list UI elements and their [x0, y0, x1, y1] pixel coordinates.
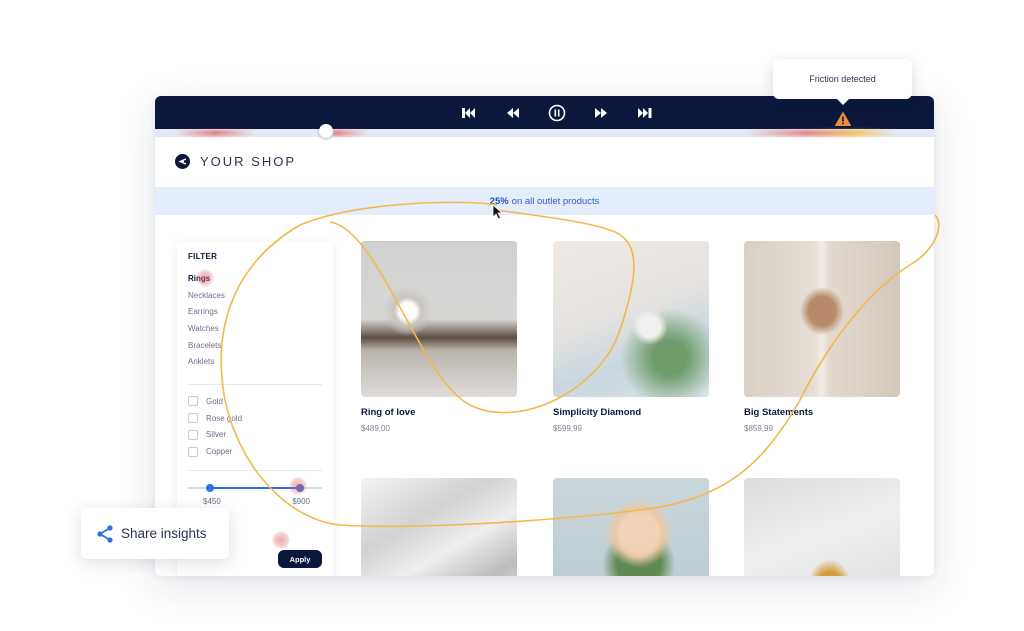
product-card[interactable]: Simplicity Diamond $599,99: [553, 241, 709, 433]
ring-on-fabric-photo: [361, 478, 517, 576]
timeline-scrubber[interactable]: [319, 124, 333, 138]
checkbox-label: Copper: [206, 447, 233, 457]
pause-circle-icon: [548, 104, 566, 122]
click-marker: [289, 477, 307, 495]
fast-forward-button[interactable]: [579, 102, 623, 124]
bouquet-photo: [553, 478, 709, 576]
filter-category-earrings[interactable]: Earrings: [188, 307, 322, 324]
product-name: Big Statements: [744, 407, 814, 418]
product-price: $859,99: [744, 424, 773, 433]
checkbox[interactable]: [188, 396, 198, 407]
rewind-icon: [507, 108, 519, 118]
product-price: $599,99: [553, 424, 582, 433]
product-card[interactable]: Big Statements $859,99: [744, 241, 900, 433]
share-insights-button[interactable]: Share insights: [81, 508, 229, 559]
filter-divider: [188, 384, 322, 386]
hands-with-rings-photo: [744, 241, 900, 397]
promo-banner[interactable]: 25% on all outlet products: [155, 187, 934, 215]
rings-on-book-photo: [744, 478, 900, 576]
checkbox-label: Rose gold: [206, 413, 243, 423]
friction-tooltip: Friction detected: [773, 59, 912, 105]
skip-to-start-button[interactable]: [447, 102, 491, 124]
checkbox[interactable]: [188, 446, 198, 457]
filter-divider: [188, 469, 322, 471]
filter-category-necklaces[interactable]: Necklaces: [188, 291, 322, 308]
heat-segment: [745, 130, 895, 136]
replay-window: YOUR SHOP 25% on all outlet products FIL…: [155, 96, 934, 576]
material-copper[interactable]: Copper: [188, 443, 322, 460]
promo-text: on all outlet products: [511, 195, 600, 207]
product-name: Simplicity Diamond: [553, 407, 642, 418]
checkbox[interactable]: [188, 429, 198, 440]
skip-back-icon: [462, 108, 475, 118]
shop-logo-icon: [175, 154, 190, 169]
product-card[interactable]: [553, 478, 709, 576]
heat-segment: [333, 130, 368, 136]
rewind-button[interactable]: [491, 102, 535, 124]
session-replay-stage: YOUR SHOP 25% on all outlet products FIL…: [0, 0, 1024, 631]
fast-forward-icon: [595, 108, 607, 118]
material-rose-gold[interactable]: Rose gold: [188, 410, 322, 427]
price-min-label: $450: [203, 496, 221, 506]
product-card[interactable]: [361, 478, 517, 576]
skip-forward-icon: [638, 108, 652, 118]
skip-to-end-button[interactable]: [623, 102, 667, 124]
click-marker: [196, 269, 214, 287]
warning-triangle-icon[interactable]: [835, 112, 851, 126]
share-insights-label: Share insights: [121, 526, 207, 541]
apply-button[interactable]: Apply: [278, 550, 322, 568]
mouse-cursor-icon: [492, 204, 504, 220]
slider-min-handle[interactable]: [206, 483, 214, 492]
checkbox[interactable]: [188, 413, 198, 424]
click-marker: [272, 531, 290, 549]
heat-segment: [175, 130, 255, 136]
price-max-label: $900: [292, 496, 310, 506]
pause-button[interactable]: [535, 102, 579, 124]
ring-with-flowers-photo: [553, 241, 709, 397]
checkbox-label: Silver: [206, 430, 227, 440]
filter-category-bracelets[interactable]: Bracelets: [188, 341, 322, 358]
diamond-ring-photo: [361, 241, 517, 397]
checkbox-label: Gold: [206, 396, 223, 406]
product-price: $489,00: [361, 424, 390, 433]
material-silver[interactable]: Silver: [188, 427, 322, 444]
replay-timeline[interactable]: [155, 124, 934, 138]
playback-controls: [447, 102, 667, 124]
shop-header: YOUR SHOP: [175, 154, 296, 169]
filter-title: FILTER: [188, 252, 218, 261]
replay-player-bar: [155, 96, 934, 129]
slider-fill: [210, 486, 300, 489]
filter-category-watches[interactable]: Watches: [188, 324, 322, 341]
shop-title: YOUR SHOP: [200, 154, 297, 169]
product-name: Ring of love: [361, 407, 416, 418]
product-card[interactable]: Ring of love $489,00: [361, 241, 517, 433]
filter-category-anklets[interactable]: Anklets: [188, 357, 322, 374]
share-icon: [97, 524, 113, 543]
product-card[interactable]: [744, 478, 900, 576]
material-gold[interactable]: Gold: [188, 393, 322, 410]
